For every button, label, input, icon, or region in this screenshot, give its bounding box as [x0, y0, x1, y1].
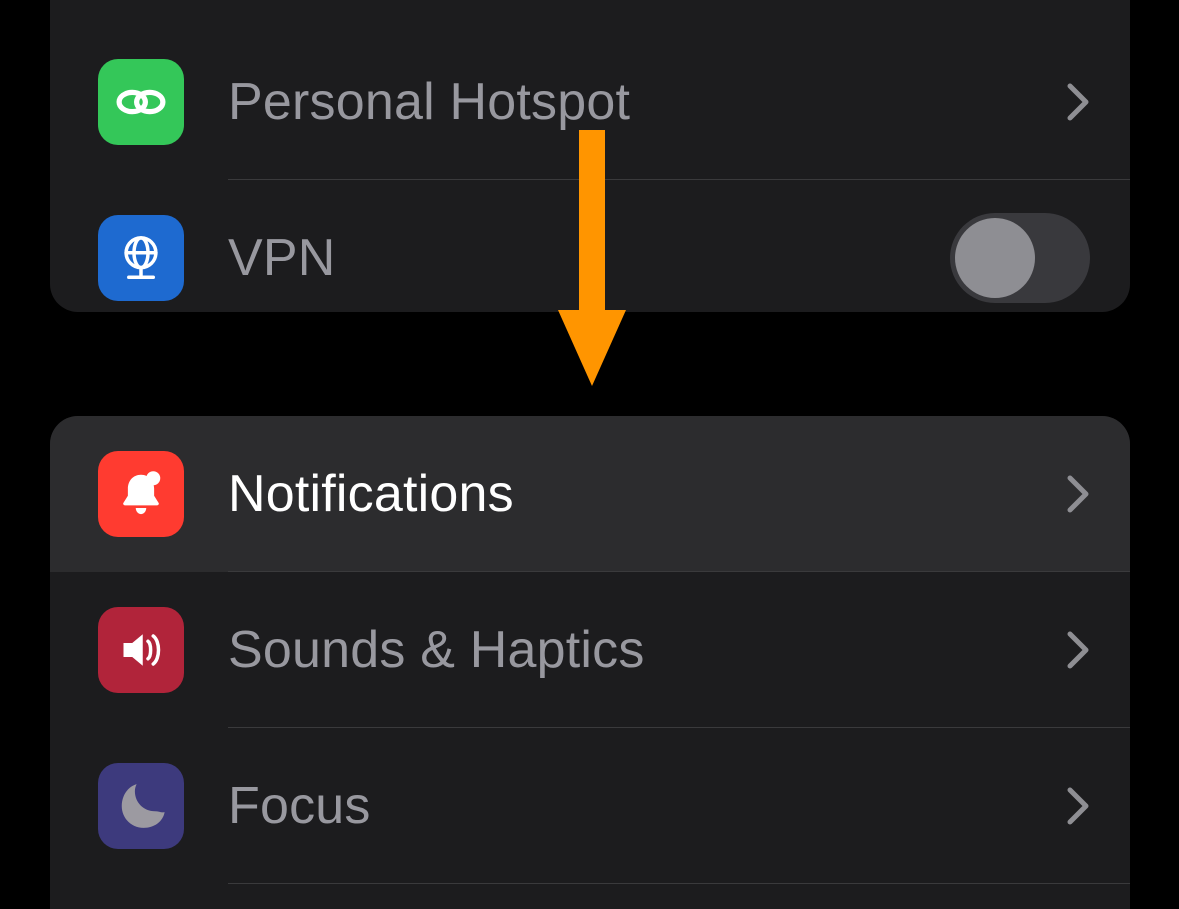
chevron-right-icon	[1066, 786, 1090, 826]
settings-row-label: Personal Hotspot	[228, 72, 1066, 132]
settings-row-label: Notifications	[228, 464, 1066, 524]
settings-group-network: Personal Hotspot VPN	[50, 0, 1130, 312]
chevron-right-icon	[1066, 630, 1090, 670]
chevron-right-icon	[1066, 82, 1090, 122]
link-chain-icon	[98, 59, 184, 145]
settings-group-alerts: Notifications Sounds & Haptics Focus	[50, 416, 1130, 909]
moon-icon	[98, 763, 184, 849]
settings-row-focus[interactable]: Focus	[50, 728, 1130, 884]
vpn-toggle[interactable]	[950, 213, 1090, 303]
globe-stand-icon	[98, 215, 184, 301]
settings-row-label: Sounds & Haptics	[228, 620, 1066, 680]
bell-badge-icon	[98, 451, 184, 537]
settings-row-personal-hotspot[interactable]: Personal Hotspot	[50, 24, 1130, 180]
toggle-knob	[955, 218, 1035, 298]
speaker-wave-icon	[98, 607, 184, 693]
settings-row-sounds-haptics[interactable]: Sounds & Haptics	[50, 572, 1130, 728]
settings-row-vpn[interactable]: VPN	[50, 180, 1130, 312]
chevron-right-icon	[1066, 474, 1090, 514]
settings-row-hidden-next	[50, 884, 1130, 909]
settings-row-label: Focus	[228, 776, 1066, 836]
settings-row-label: VPN	[228, 228, 950, 288]
settings-row-notifications[interactable]: Notifications	[50, 416, 1130, 572]
